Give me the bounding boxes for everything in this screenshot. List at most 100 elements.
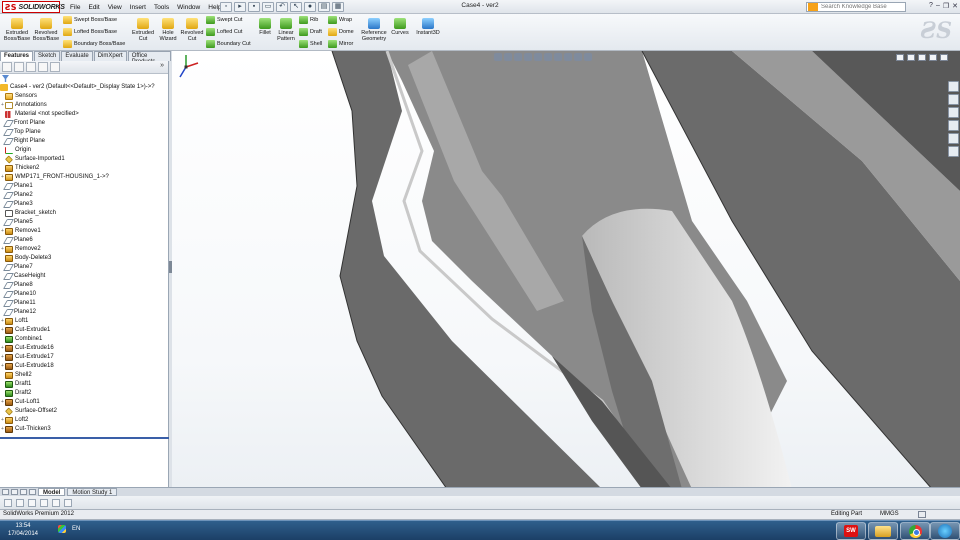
close-icon[interactable]: ✕ <box>952 2 958 10</box>
options-icon[interactable]: ▦ <box>332 2 344 12</box>
lofted-boss-button[interactable]: Lofted Boss/Base <box>63 27 117 37</box>
tree-item[interactable]: Thicken2 <box>0 164 168 173</box>
chevron-right-icon[interactable]: » <box>160 62 164 69</box>
tab-sketch[interactable]: Sketch <box>34 51 61 61</box>
model-viewport[interactable] <box>172 51 960 489</box>
tree-item[interactable]: Material <not specified> <box>0 110 168 119</box>
taskbar-chrome[interactable] <box>900 522 930 540</box>
rebuild-icon[interactable]: ● <box>304 2 316 12</box>
fillet-button[interactable]: Fillet <box>256 18 274 36</box>
design-library-icon[interactable] <box>948 94 959 105</box>
feature-tree-icon[interactable] <box>2 62 12 72</box>
apply-scene-icon[interactable] <box>574 53 582 61</box>
tree-item[interactable]: Origin <box>0 146 168 155</box>
display-manager-icon[interactable] <box>50 62 60 72</box>
reference-geometry-button[interactable]: Reference Geometry <box>360 18 388 42</box>
tree-item[interactable]: + Remove2 <box>0 245 168 254</box>
tree-item[interactable]: Plane11 <box>0 299 168 308</box>
viewport-restore-icon[interactable] <box>929 54 937 61</box>
tab-nav-prev-icon[interactable] <box>11 489 18 495</box>
tree-item[interactable]: Surface-Offset2 <box>0 407 168 416</box>
linear-pattern-button[interactable]: Linear Pattern <box>274 18 298 42</box>
minimize-icon[interactable]: – <box>936 2 940 10</box>
tree-item[interactable]: Right Plane <box>0 137 168 146</box>
tree-item[interactable]: Plane6 <box>0 236 168 245</box>
motion-timeline-icon[interactable] <box>28 499 36 507</box>
hide-show-items-icon[interactable] <box>554 53 562 61</box>
tree-item[interactable]: Sensors <box>0 92 168 101</box>
motion-play-icon[interactable] <box>4 499 12 507</box>
rib-button[interactable]: Rib <box>299 15 318 25</box>
swept-boss-button[interactable]: Swept Boss/Base <box>63 15 117 25</box>
tree-item[interactable]: + Loft2 <box>0 416 168 425</box>
tree-item[interactable]: Draft1 <box>0 380 168 389</box>
revolved-cut-button[interactable]: Revolved Cut <box>180 18 204 42</box>
tree-item[interactable]: Plane2 <box>0 191 168 200</box>
tab-nav-last-icon[interactable] <box>29 489 36 495</box>
taskbar-explorer[interactable] <box>868 522 898 540</box>
revolved-boss-button[interactable]: Revolved Boss/Base <box>32 18 60 42</box>
select-icon[interactable]: ↖ <box>290 2 302 12</box>
draft-button[interactable]: Draft <box>299 27 322 37</box>
start-button[interactable] <box>930 522 960 540</box>
tree-item[interactable]: + Remove1 <box>0 227 168 236</box>
wrap-button[interactable]: Wrap <box>328 15 352 25</box>
save-icon[interactable]: ▪ <box>248 2 260 12</box>
tree-filter[interactable] <box>0 74 168 83</box>
menu-file[interactable]: File <box>66 4 84 11</box>
extruded-cut-button[interactable]: Extruded Cut <box>130 18 156 42</box>
hole-wizard-button[interactable]: Hole Wizard <box>156 18 180 42</box>
boundary-cut-button[interactable]: Boundary Cut <box>206 39 251 49</box>
tree-item[interactable]: + Loft1 <box>0 317 168 326</box>
search-input[interactable] <box>821 4 897 10</box>
tree-item[interactable]: Draft2 <box>0 389 168 398</box>
viewport-split-icon[interactable] <box>907 54 915 61</box>
curves-button[interactable]: Curves <box>389 18 411 36</box>
search-knowledge-base[interactable] <box>806 2 906 12</box>
new-document-icon[interactable]: ▫ <box>220 2 232 12</box>
previous-view-icon[interactable] <box>514 53 522 61</box>
edit-appearance-icon[interactable] <box>564 53 572 61</box>
tab-evaluate[interactable]: Evaluate <box>61 51 93 61</box>
shell-button[interactable]: Shell <box>299 39 322 49</box>
tab-dimxpert[interactable]: DimXpert <box>93 51 127 61</box>
motion-calculate-icon[interactable] <box>16 499 24 507</box>
tree-item[interactable]: Plane1 <box>0 182 168 191</box>
custom-properties-icon[interactable] <box>948 146 959 157</box>
action-center-icon[interactable] <box>58 525 66 533</box>
motion-expand-icon[interactable] <box>64 499 72 507</box>
tab-nav-first-icon[interactable] <box>2 489 9 495</box>
motion-settings-icon[interactable] <box>52 499 60 507</box>
solidworks-resources-icon[interactable] <box>948 81 959 92</box>
tab-features[interactable]: Features <box>0 51 34 61</box>
viewport-minimize-icon[interactable] <box>918 54 926 61</box>
tree-item[interactable]: CaseHeight <box>0 272 168 281</box>
lofted-cut-button[interactable]: Lofted Cut <box>206 27 242 37</box>
tree-item[interactable]: + Cut-Extrude16 <box>0 344 168 353</box>
tree-item[interactable]: Combine1 <box>0 335 168 344</box>
view-orientation-icon[interactable] <box>534 53 542 61</box>
rebuild-status-icon[interactable] <box>918 511 926 518</box>
instant3d-button[interactable]: Instant3D <box>413 18 443 36</box>
viewport-tile-icon[interactable] <box>896 54 904 61</box>
tree-item[interactable]: Plane3 <box>0 200 168 209</box>
appearances-icon[interactable] <box>948 133 959 144</box>
tree-item[interactable]: Shell2 <box>0 371 168 380</box>
restore-icon[interactable]: ❐ <box>943 2 949 10</box>
menu-view[interactable]: View <box>104 4 126 11</box>
display-style-icon[interactable] <box>544 53 552 61</box>
open-folder-icon[interactable]: ▸ <box>234 2 246 12</box>
tab-model[interactable]: Model <box>38 488 66 496</box>
tree-item[interactable]: + Cut-Thicken3 <box>0 425 168 434</box>
tree-item[interactable]: Body-Delete3 <box>0 254 168 263</box>
clock[interactable]: 13:54 17/04/2014 <box>6 522 40 538</box>
mirror-button[interactable]: Mirror <box>328 39 353 49</box>
tree-item[interactable]: + Cut-Loft1 <box>0 398 168 407</box>
rollback-bar[interactable] <box>0 437 169 439</box>
search-scope-icon[interactable] <box>808 3 818 11</box>
tree-item[interactable]: + WMP171_FRONT-HOUSING_1->? <box>0 173 168 182</box>
file-explorer-icon[interactable] <box>948 107 959 118</box>
help-icon[interactable]: ? <box>929 2 933 10</box>
extruded-boss-button[interactable]: Extruded Boss/Base <box>3 18 31 42</box>
solidworks-logo[interactable]: ƧS SOLIDWORKS <box>2 1 65 13</box>
